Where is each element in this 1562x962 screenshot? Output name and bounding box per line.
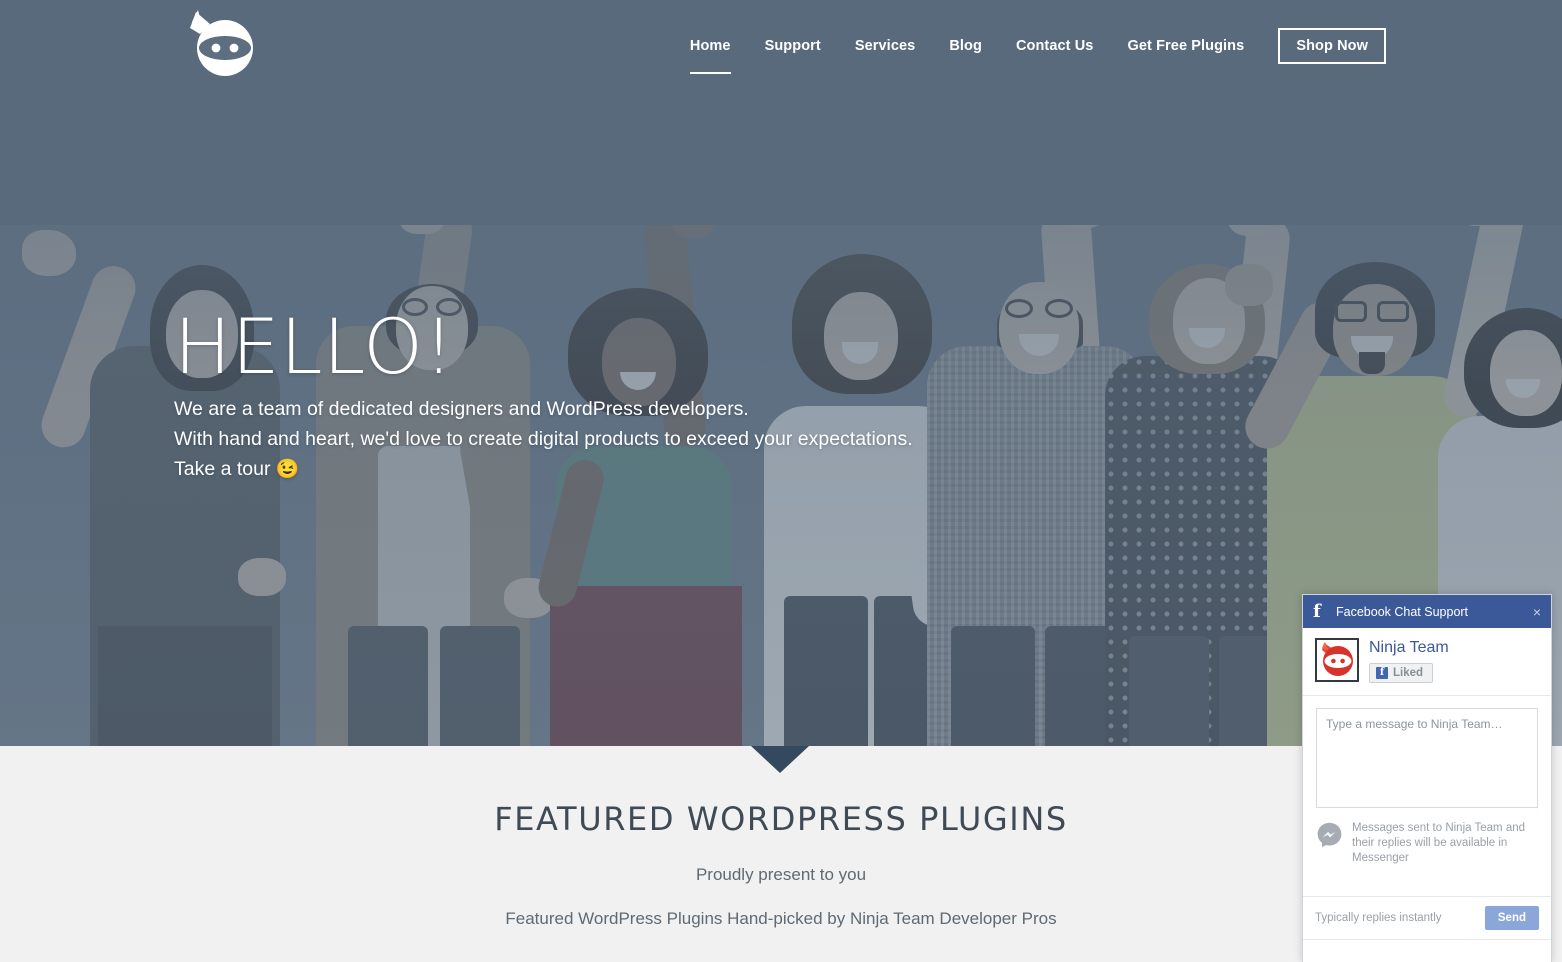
chat-bottom-spacer [1303, 940, 1551, 962]
nav-item-contact-us[interactable]: Contact Us [999, 34, 1111, 58]
reply-time-label: Typically replies instantly [1315, 912, 1442, 924]
facebook-icon: f [1313, 600, 1321, 622]
close-icon[interactable]: × [1531, 604, 1543, 620]
liked-label: Liked [1393, 667, 1424, 679]
avatar [1315, 638, 1359, 682]
ninja-avatar-icon [1322, 642, 1353, 676]
nav-item-home[interactable]: Home [673, 34, 748, 74]
site-header: Home Support Services Blog Contact Us Ge… [0, 0, 1562, 86]
chat-header-title: Facebook Chat Support [1336, 604, 1469, 619]
main-navigation: Home Support Services Blog Contact Us Ge… [673, 28, 1386, 74]
chat-header[interactable]: f Facebook Chat Support × [1303, 595, 1551, 628]
hero-line-1: We are a team of dedicated designers and… [174, 398, 749, 420]
nav-item-get-free-plugins[interactable]: Get Free Plugins [1110, 34, 1261, 58]
hero-line-3: Take a tour [174, 458, 271, 480]
chat-footer: Typically replies instantly Send [1303, 897, 1551, 940]
chat-page-name[interactable]: Ninja Team [1369, 639, 1449, 657]
hero-copy: HELLO! We are a team of dedicated design… [174, 306, 913, 485]
wink-emoji: 😉 [275, 459, 300, 480]
chat-profile: Ninja Team f Liked [1303, 628, 1551, 696]
nav-item-services[interactable]: Services [838, 34, 932, 58]
hero-bottom-notch [751, 746, 809, 773]
shop-now-button[interactable]: Shop Now [1278, 28, 1386, 64]
site-logo[interactable] [176, 8, 268, 80]
hero-line-2: With hand and heart, we'd love to create… [174, 428, 913, 450]
chat-profile-info: Ninja Team f Liked [1369, 638, 1449, 683]
liked-button[interactable]: f Liked [1369, 663, 1434, 683]
facebook-chat-widget: f Facebook Chat Support × Ninja Team f L… [1302, 594, 1552, 962]
ninja-logo-icon [190, 10, 253, 76]
nav-item-support[interactable]: Support [748, 34, 838, 58]
chat-messenger-note: Messages sent to Ninja Team and their re… [1303, 811, 1551, 897]
chat-compose [1303, 696, 1551, 811]
nav-item-blog[interactable]: Blog [932, 34, 999, 58]
send-button[interactable]: Send [1484, 906, 1539, 930]
facebook-mini-icon: f [1376, 667, 1388, 679]
messenger-icon [1317, 822, 1342, 848]
hero-title: HELLO! [174, 302, 455, 391]
hero-line-3-wrap: Take a tour 😉 [174, 454, 913, 485]
hero-person-3 [520, 225, 770, 746]
chat-note-text: Messages sent to Ninja Team and their re… [1352, 822, 1526, 864]
message-input[interactable] [1316, 708, 1538, 808]
